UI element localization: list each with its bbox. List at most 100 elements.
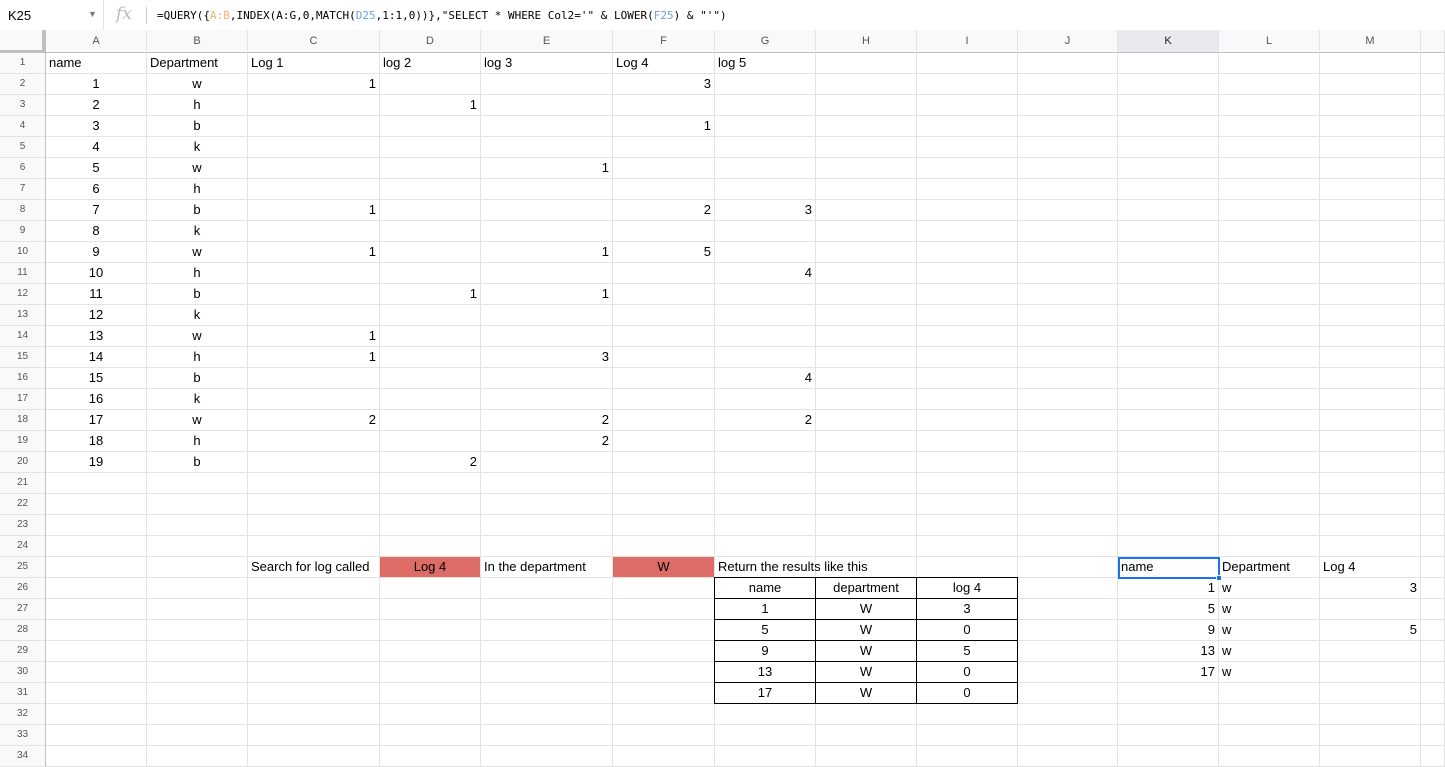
grid-cell[interactable] — [46, 620, 147, 641]
grid-cell[interactable] — [1421, 347, 1445, 368]
row-header-21[interactable]: 21 — [0, 473, 46, 494]
column-header-j[interactable]: J — [1018, 30, 1118, 53]
grid-cell[interactable] — [1018, 179, 1118, 200]
grid-cell[interactable] — [1118, 410, 1219, 431]
grid-cell[interactable] — [613, 137, 715, 158]
grid-cell[interactable] — [1421, 200, 1445, 221]
grid-cell[interactable] — [1421, 536, 1445, 557]
grid-cell[interactable] — [1219, 263, 1320, 284]
grid-cell[interactable] — [816, 221, 917, 242]
grid-cell[interactable] — [816, 263, 917, 284]
grid-cell[interactable] — [917, 347, 1018, 368]
grid-cell[interactable] — [1421, 515, 1445, 536]
row-header-23[interactable]: 23 — [0, 515, 46, 536]
cell-g29[interactable]: 9 — [714, 640, 816, 662]
cell-a9[interactable]: 8 — [46, 221, 147, 242]
cell-b12[interactable]: b — [147, 284, 248, 305]
grid-cell[interactable] — [613, 725, 715, 746]
grid-cell[interactable] — [1421, 221, 1445, 242]
row-header-15[interactable]: 15 — [0, 347, 46, 368]
grid-cell[interactable] — [1018, 641, 1118, 662]
grid-cell[interactable] — [613, 431, 715, 452]
grid-cell[interactable] — [147, 473, 248, 494]
row-header-32[interactable]: 32 — [0, 704, 46, 725]
row-header-17[interactable]: 17 — [0, 389, 46, 410]
cell-i27[interactable]: 3 — [916, 598, 1018, 620]
grid-cell[interactable] — [1118, 305, 1219, 326]
row-header-19[interactable]: 19 — [0, 431, 46, 452]
grid-cell[interactable] — [1320, 200, 1421, 221]
grid-cell[interactable] — [1421, 683, 1445, 704]
grid-cell[interactable] — [1421, 116, 1445, 137]
grid-cell[interactable] — [1421, 158, 1445, 179]
column-header-c[interactable]: C — [248, 30, 380, 53]
grid-cell[interactable] — [147, 620, 248, 641]
cell-c14[interactable]: 1 — [248, 326, 380, 347]
grid-cell[interactable] — [1320, 641, 1421, 662]
grid-cell[interactable] — [46, 536, 147, 557]
grid-cell[interactable] — [613, 263, 715, 284]
grid-cell[interactable] — [715, 158, 816, 179]
grid-cell[interactable] — [248, 263, 380, 284]
cell-e15[interactable]: 3 — [481, 347, 613, 368]
cell-a12[interactable]: 11 — [46, 284, 147, 305]
grid-cell[interactable] — [380, 116, 481, 137]
grid-cell[interactable] — [1219, 242, 1320, 263]
row-header-11[interactable]: 11 — [0, 263, 46, 284]
grid-cell[interactable] — [1018, 137, 1118, 158]
grid-cell[interactable] — [816, 347, 917, 368]
grid-cell[interactable] — [613, 347, 715, 368]
grid-cell[interactable] — [917, 221, 1018, 242]
cell-g8[interactable]: 3 — [715, 200, 816, 221]
grid-cell[interactable] — [147, 557, 248, 578]
grid-cell[interactable] — [613, 368, 715, 389]
grid-cell[interactable] — [816, 725, 917, 746]
grid-cell[interactable] — [1118, 683, 1219, 704]
cell-k26[interactable]: 1 — [1118, 578, 1219, 599]
row-header-18[interactable]: 18 — [0, 410, 46, 431]
cell-a4[interactable]: 3 — [46, 116, 147, 137]
grid-cell[interactable] — [917, 557, 1018, 578]
grid-cell[interactable] — [816, 284, 917, 305]
cell-i31[interactable]: 0 — [916, 682, 1018, 704]
grid-cell[interactable] — [481, 704, 613, 725]
grid-cell[interactable] — [380, 599, 481, 620]
cell-b15[interactable]: h — [147, 347, 248, 368]
grid-cell[interactable] — [1219, 53, 1320, 74]
grid-cell[interactable] — [1219, 305, 1320, 326]
grid-cell[interactable] — [1219, 74, 1320, 95]
grid-cell[interactable] — [917, 410, 1018, 431]
grid-cell[interactable] — [1118, 347, 1219, 368]
grid-cell[interactable] — [380, 431, 481, 452]
cell-b14[interactable]: w — [147, 326, 248, 347]
grid-cell[interactable] — [1219, 326, 1320, 347]
cell-b20[interactable]: b — [147, 452, 248, 473]
grid-cell[interactable] — [481, 662, 613, 683]
cell-c18[interactable]: 2 — [248, 410, 380, 431]
grid-cell[interactable] — [613, 179, 715, 200]
grid-cell[interactable] — [147, 536, 248, 557]
grid-cell[interactable] — [1421, 662, 1445, 683]
cell-c8[interactable]: 1 — [248, 200, 380, 221]
grid-cell[interactable] — [917, 536, 1018, 557]
row-header-4[interactable]: 4 — [0, 116, 46, 137]
grid-cell[interactable] — [1018, 389, 1118, 410]
cell-e12[interactable]: 1 — [481, 284, 613, 305]
grid-cell[interactable] — [715, 536, 816, 557]
cell-c15[interactable]: 1 — [248, 347, 380, 368]
grid-cell[interactable] — [1421, 578, 1445, 599]
grid-cell[interactable] — [481, 95, 613, 116]
grid-cell[interactable] — [917, 263, 1018, 284]
grid-cell[interactable] — [248, 116, 380, 137]
grid-cell[interactable] — [613, 578, 715, 599]
cell-a15[interactable]: 14 — [46, 347, 147, 368]
cell-i28[interactable]: 0 — [916, 619, 1018, 641]
grid-cell[interactable] — [380, 578, 481, 599]
grid-cell[interactable] — [1320, 431, 1421, 452]
column-header-f[interactable]: F — [613, 30, 715, 53]
grid-cell[interactable] — [1118, 200, 1219, 221]
grid-cell[interactable] — [1219, 284, 1320, 305]
grid-cell[interactable] — [816, 494, 917, 515]
grid-cell[interactable] — [248, 368, 380, 389]
cell-f25[interactable]: W — [613, 557, 715, 578]
